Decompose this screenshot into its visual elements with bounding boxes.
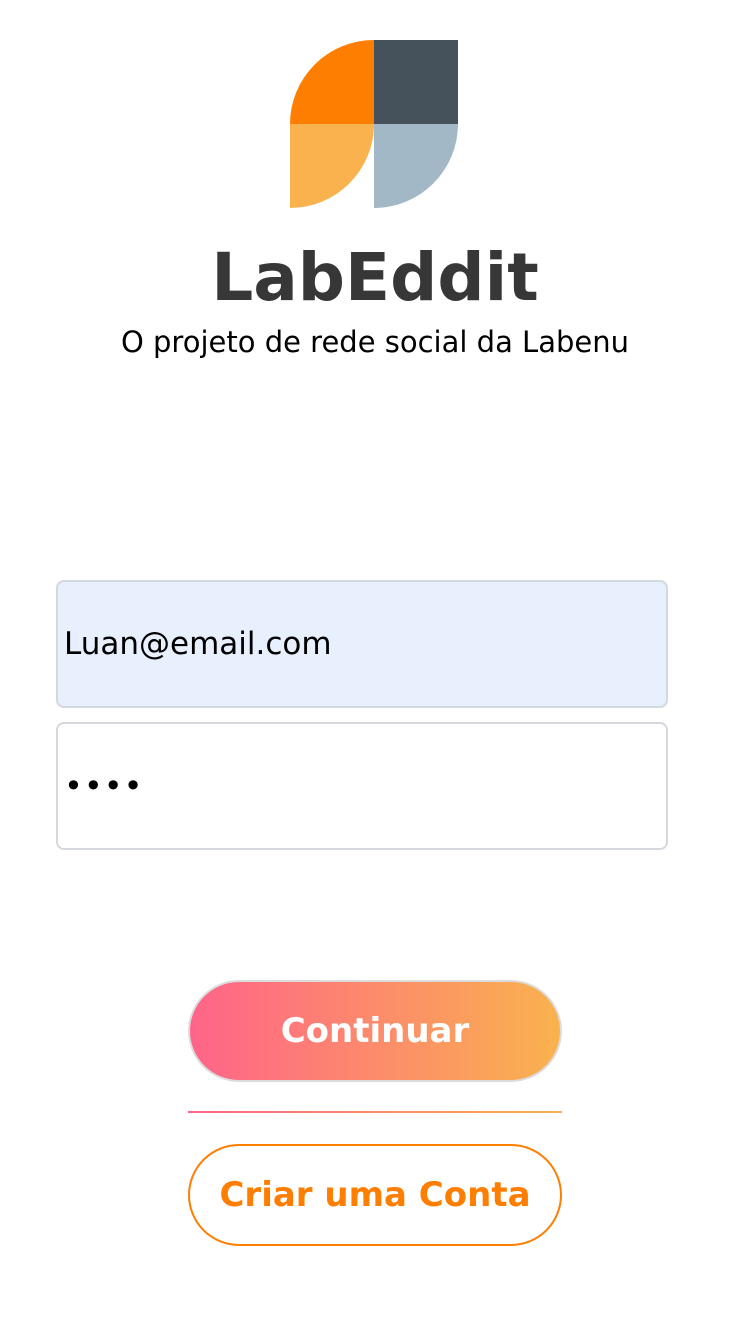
labenu-logo-icon — [290, 40, 458, 208]
logo-top-left-petal — [290, 40, 374, 124]
password-field[interactable] — [56, 722, 668, 850]
logo-top-right-petal — [374, 40, 458, 124]
logo-bottom-left-petal — [290, 124, 374, 208]
create-account-button[interactable]: Criar uma Conta — [188, 1144, 562, 1246]
email-field[interactable] — [56, 580, 668, 708]
continue-button[interactable]: Continuar — [188, 980, 562, 1082]
app-title: LabEddit — [211, 239, 539, 316]
logo-bottom-right-petal — [374, 124, 458, 208]
app-subtitle: O projeto de rede social da Labenu — [120, 325, 629, 359]
divider — [188, 1111, 562, 1113]
